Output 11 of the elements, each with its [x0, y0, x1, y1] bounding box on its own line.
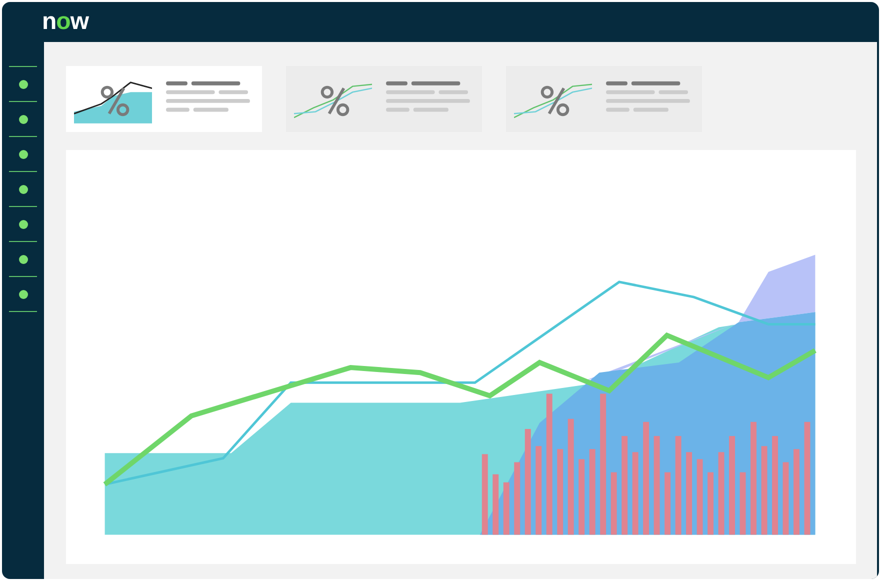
nav-dot-icon[interactable]: [18, 114, 28, 124]
nav-dot-icon[interactable]: [18, 184, 28, 194]
metric-card[interactable]: [286, 66, 482, 132]
nav-dot-icon[interactable]: [18, 290, 28, 298]
nav-dot-icon[interactable]: [18, 254, 28, 264]
logo: now: [42, 10, 89, 34]
metric-card[interactable]: [506, 66, 702, 132]
nav-dot-icon[interactable]: [18, 150, 28, 158]
nav-dot-icon[interactable]: [18, 80, 28, 88]
nav-dot-icon[interactable]: [18, 220, 28, 228]
metric-card[interactable]: [66, 66, 262, 132]
